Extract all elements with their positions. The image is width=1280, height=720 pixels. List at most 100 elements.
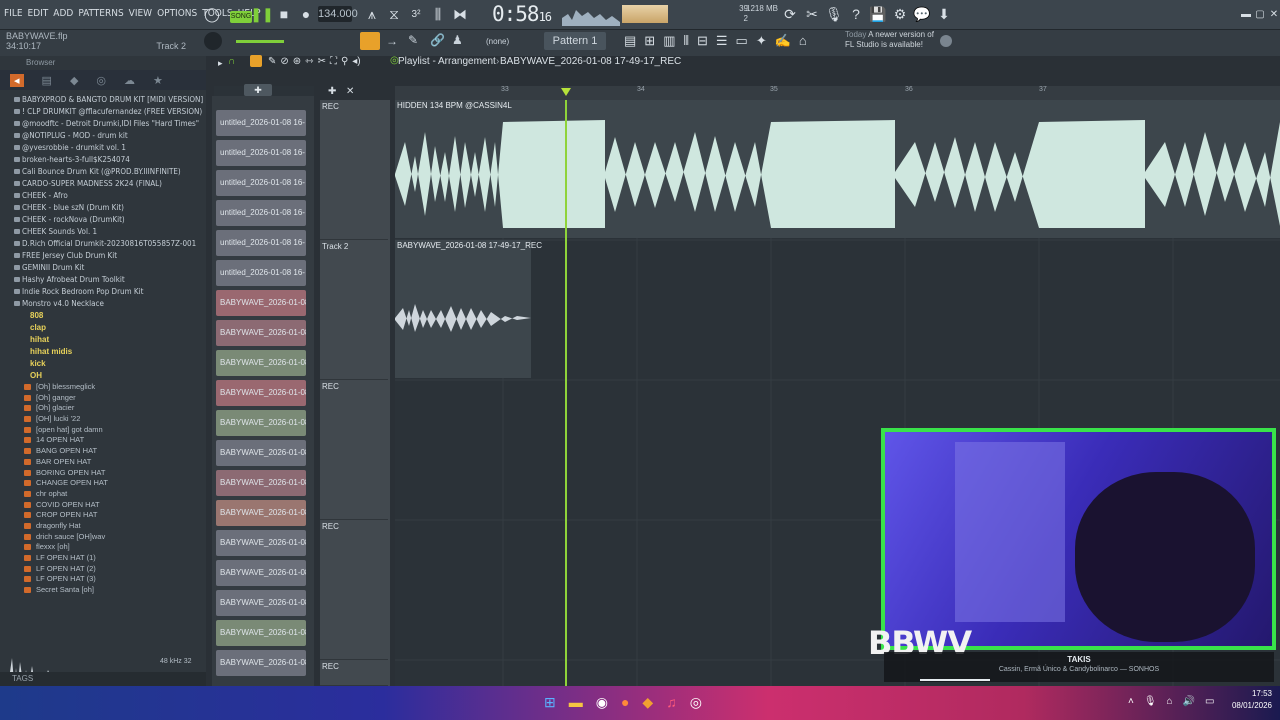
network-icon[interactable]: ⌂: [1167, 696, 1173, 707]
delete-icon[interactable]: ⊘: [280, 56, 288, 67]
clip-source-item[interactable]: BABYWAVE_2026-01-08 1: [216, 440, 306, 466]
plugins-icon[interactable]: ◆: [70, 74, 78, 87]
pencil-icon[interactable]: ✎: [408, 33, 418, 47]
link-icon[interactable]: 🔗: [430, 33, 445, 47]
mixer-icon[interactable]: ⚙: [890, 4, 910, 24]
chevron-up-icon[interactable]: ˄: [1128, 696, 1134, 707]
favorites-icon[interactable]: ★: [153, 74, 163, 87]
blend-notes-icon[interactable]: ⧓: [450, 4, 470, 24]
browser-file[interactable]: BANG OPEN HAT: [0, 446, 206, 457]
magnet-icon[interactable]: ∩: [228, 56, 235, 67]
fl-studio-icon[interactable]: ◆: [642, 694, 653, 711]
browser-folder[interactable]: D.Rich Official Drumkit-20230816T055857Z…: [0, 238, 206, 250]
back-icon[interactable]: ◂: [10, 73, 24, 87]
close-icon[interactable]: ✕: [1264, 4, 1280, 24]
select-icon[interactable]: ⛶: [330, 56, 337, 67]
browser-file[interactable]: [open hat] got damn: [0, 425, 206, 436]
mixer-view-icon[interactable]: ⫴: [684, 33, 689, 49]
download-icon[interactable]: ⬇: [934, 4, 954, 24]
timeline-ruler[interactable]: 33 34 35 36 37: [395, 86, 1280, 100]
mute-icon[interactable]: ⊛: [293, 56, 301, 67]
mic-tray-icon[interactable]: 🎙: [1144, 696, 1157, 707]
channel-rack-icon[interactable]: ⊞: [644, 33, 655, 49]
browser-folder[interactable]: CARDO-SUPER MADNESS 2K24 (FINAL): [0, 178, 206, 190]
browser-file[interactable]: CROP OPEN HAT: [0, 510, 206, 521]
browser-file[interactable]: Secret Santa [oh]: [0, 585, 206, 596]
tools-icon[interactable]: ✦: [756, 33, 767, 49]
playlist-icon[interactable]: ▤: [624, 33, 636, 49]
firefox-icon[interactable]: ●: [621, 694, 629, 711]
browser-subfolder[interactable]: kick: [0, 358, 206, 370]
browser-view-icon[interactable]: ☰: [716, 33, 728, 49]
browser-folder[interactable]: GEMINII Drum Kit: [0, 262, 206, 274]
browser-file[interactable]: dragonfly Hat: [0, 521, 206, 532]
browser-subfolder[interactable]: hihat midis: [0, 346, 206, 358]
browser-folder[interactable]: CHEEK - rockNova (DrumKit): [0, 214, 206, 226]
browser-subfolder[interactable]: hihat: [0, 334, 206, 346]
browser-folder[interactable]: Cali Bounce Drum Kit (@PROD.BY.IIINFINIT…: [0, 166, 206, 178]
clip-source-item[interactable]: BABYWAVE_2026-01-08 1: [216, 380, 306, 406]
browser-folder[interactable]: CHEEK Sounds Vol. 1: [0, 226, 206, 238]
browser-folder[interactable]: @moodftc - Detroit Drumki,IDI Files "Har…: [0, 118, 206, 130]
clip-source-item[interactable]: BABYWAVE_2026-01-08 1: [216, 530, 306, 556]
arrow-right-icon[interactable]: ▸: [218, 58, 223, 69]
countdown-icon[interactable]: 3²: [406, 4, 426, 24]
browser-file[interactable]: chr ophat: [0, 489, 206, 500]
master-pitch-knob[interactable]: [204, 32, 222, 50]
browser-file[interactable]: COVID OPEN HAT: [0, 500, 206, 511]
audio-clip-babywave[interactable]: BABYWAVE_2026-01-08 17-49-17_REC: [395, 240, 542, 378]
plugin-icon[interactable]: ▭: [736, 33, 748, 49]
pattern-selector[interactable]: Pattern 1: [544, 32, 606, 50]
browser-file[interactable]: [OH] lucki '22: [0, 414, 206, 425]
windows-start-icon[interactable]: ⊞: [544, 694, 556, 711]
piano-roll-icon[interactable]: ▥: [663, 33, 675, 49]
battery-icon[interactable]: ▭: [1205, 696, 1214, 707]
browser-file[interactable]: [Oh] glacier: [0, 403, 206, 414]
clip-source-item[interactable]: BABYWAVE_2026-01-08 1: [216, 290, 306, 316]
channel-icon[interactable]: ⊟: [697, 33, 708, 49]
clock[interactable]: 17:53 08/01/2026: [1232, 688, 1272, 712]
none-selector[interactable]: (none): [486, 37, 509, 46]
clip-source-item[interactable]: BABYWAVE_2026-01-08 1: [216, 350, 306, 376]
browser-file[interactable]: BAR OPEN HAT: [0, 457, 206, 468]
add-track-icon[interactable]: ✚: [328, 86, 336, 97]
menu-edit[interactable]: EDIT: [28, 8, 49, 19]
browser-file[interactable]: BORING OPEN HAT: [0, 468, 206, 479]
arrow-right-icon[interactable]: →: [386, 34, 398, 48]
close-small-icon[interactable]: ✕: [346, 86, 354, 97]
microphone-icon[interactable]: 🎙: [824, 4, 844, 24]
slip-icon[interactable]: ⇿: [305, 56, 313, 67]
browser-folder[interactable]: BABYXPROD & BANGTO DRUM KIT [MIDI VERSIO…: [0, 94, 206, 106]
stamp-icon[interactable]: ♟: [452, 33, 463, 47]
wait-input-icon[interactable]: ⧖: [384, 4, 404, 24]
update-notice[interactable]: Today A newer version of FL Studio is av…: [845, 30, 940, 50]
browser-file[interactable]: LF OPEN HAT (2): [0, 564, 206, 575]
step-edit-icon[interactable]: ⫼: [428, 4, 448, 24]
audio-clip-hidden[interactable]: HIDDEN 134 BPM @CASSIN4L: [395, 100, 1280, 238]
browser-folder[interactable]: CHEEK - Afro: [0, 190, 206, 202]
browser-file[interactable]: LF OPEN HAT (1): [0, 553, 206, 564]
menu-view[interactable]: VIEW: [129, 8, 152, 19]
playback-icon[interactable]: ◂): [352, 56, 360, 67]
chat-icon[interactable]: 💬: [912, 4, 932, 24]
draw-tool-icon[interactable]: [250, 55, 262, 67]
track-header-3[interactable]: REC: [320, 380, 388, 520]
clip-source-item[interactable]: untitled_2026-01-08 16-: [216, 140, 306, 166]
discord-icon[interactable]: ◉: [596, 694, 608, 711]
browser-file[interactable]: 14 OPEN HAT: [0, 435, 206, 446]
browser-file[interactable]: flexxx [oh]: [0, 542, 206, 553]
clip-source-item[interactable]: untitled_2026-01-08 16-: [216, 260, 306, 286]
track-header-1[interactable]: REC: [320, 100, 388, 240]
hat-icon[interactable]: ⌂: [799, 33, 807, 49]
save-icon[interactable]: 💾: [868, 4, 888, 24]
browser-file[interactable]: [Oh] blessmeglick: [0, 382, 206, 393]
browser-folder[interactable]: Monstro v4.0 Necklace: [0, 298, 206, 310]
help-icon[interactable]: ?: [846, 4, 866, 24]
menu-options[interactable]: OPTIONS: [157, 8, 197, 19]
refresh-icon[interactable]: ⟳: [780, 4, 800, 24]
clip-source-item[interactable]: BABYWAVE_2026-01-08 1: [216, 590, 306, 616]
browser-folder[interactable]: ! CLP DRUMKIT @fflacufernandez (FREE VER…: [0, 106, 206, 118]
cloud-icon[interactable]: ☁: [124, 74, 135, 87]
browser-file[interactable]: [Oh] ganger: [0, 393, 206, 404]
chrome-icon[interactable]: ◎: [690, 694, 702, 711]
